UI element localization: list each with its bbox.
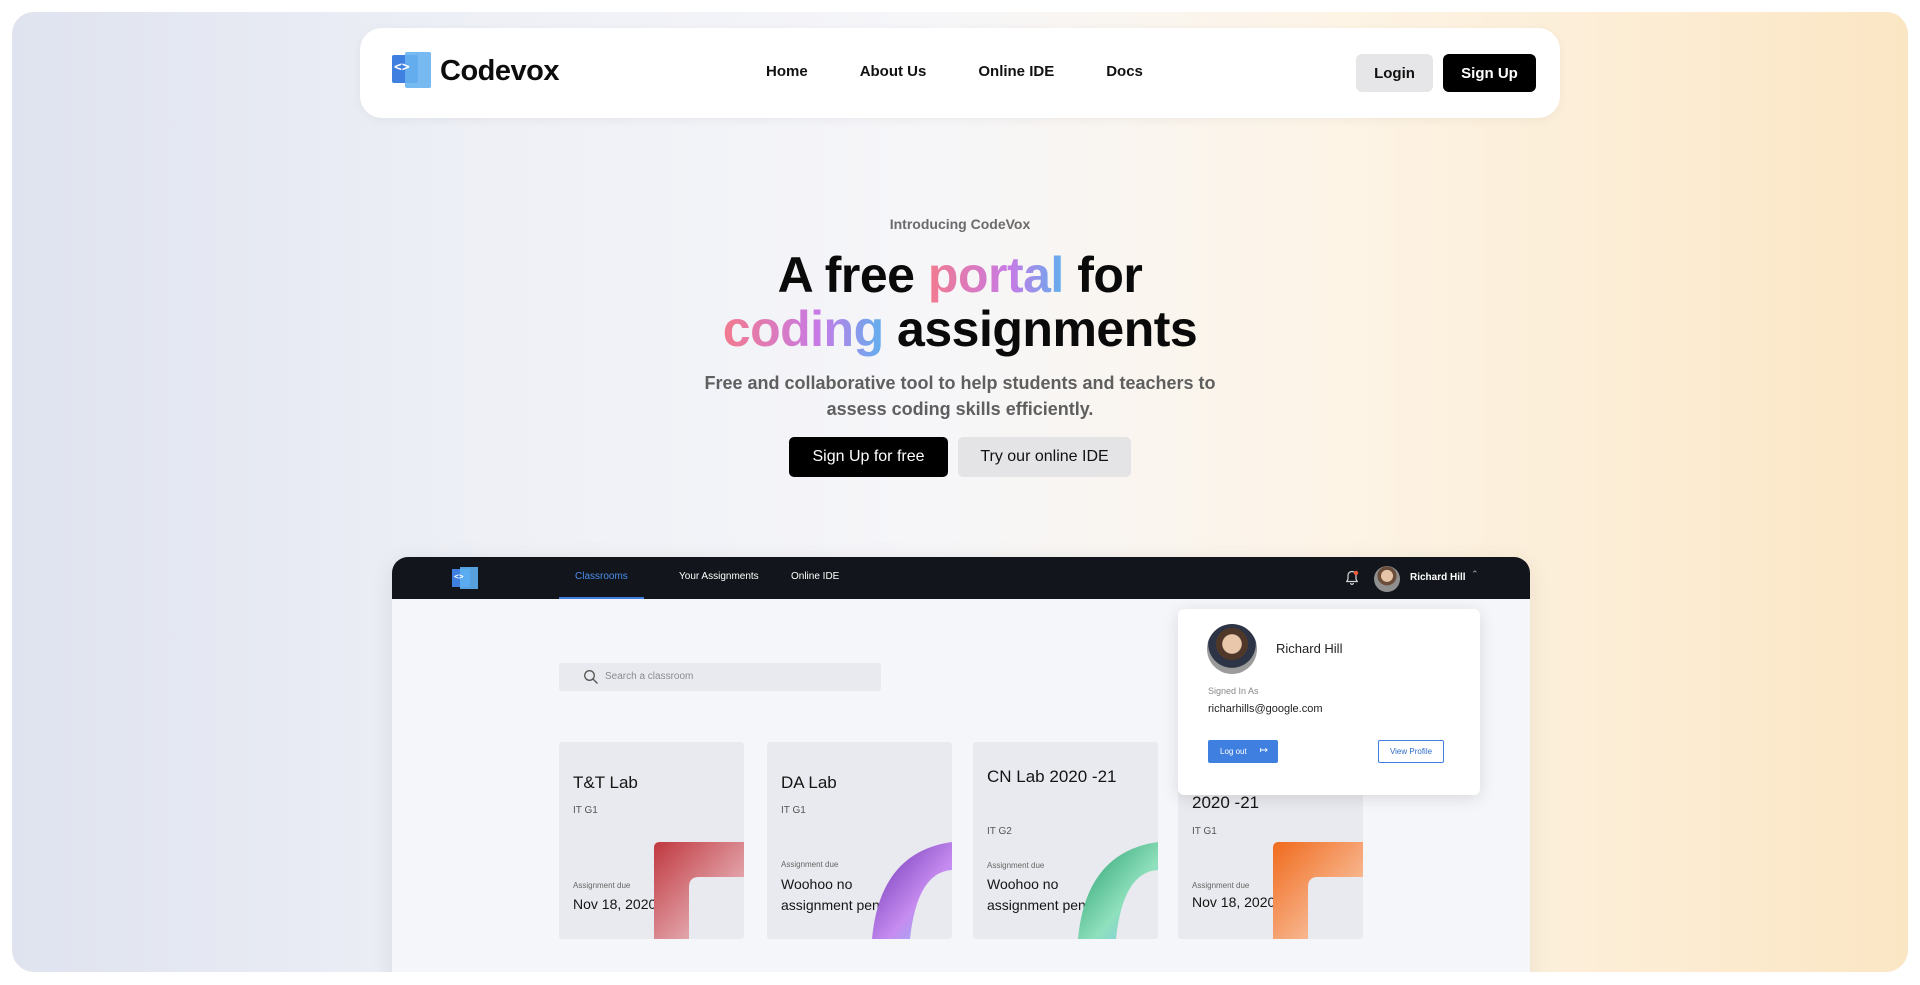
bell-icon[interactable] [1345, 570, 1359, 586]
code-brackets-icon[interactable]: <> [452, 567, 478, 589]
card-title: CN Lab 2020 -21 [987, 767, 1117, 786]
card-due-label: Assignment due [573, 881, 631, 890]
card-decoration [1078, 842, 1158, 939]
hero-subtitle: Free and collaborative tool to help stud… [12, 370, 1908, 422]
card-title: T&T Lab [573, 773, 638, 792]
headline-highlight: coding [722, 301, 884, 357]
profile-email: richarhills@google.com [1208, 703, 1323, 715]
hero-intro: Introducing CodeVox [889, 216, 1031, 232]
nav-about-link[interactable]: About Us [860, 63, 927, 80]
signup-free-button[interactable]: Sign Up for free [789, 437, 948, 477]
signed-in-label: Signed In As [1208, 686, 1259, 696]
logout-label: Log out [1220, 747, 1247, 756]
card-class: IT G1 [1192, 826, 1217, 837]
profile-avatar [1207, 624, 1257, 674]
classroom-card[interactable]: DA Lab IT G1 Assignment due Woohoo no as… [767, 742, 952, 939]
tab-your-assignments[interactable]: Your Assignments [679, 571, 759, 582]
login-button[interactable]: Login [1356, 54, 1433, 92]
search-placeholder: Search a classroom [605, 671, 694, 682]
card-due-label: Assignment due [781, 860, 839, 869]
classroom-card[interactable]: CN Lab 2020 -21 IT G2 Assignment due Woo… [973, 742, 1158, 939]
headline-highlight: portal [927, 247, 1064, 303]
main-nav: Home About Us Online IDE Docs [766, 63, 1195, 80]
card-class: IT G1 [573, 805, 598, 816]
card-class: IT G2 [987, 826, 1012, 837]
tab-online-ide[interactable]: Online IDE [791, 571, 839, 582]
subtitle-line: Free and collaborative tool to help stud… [704, 373, 1216, 393]
nav-home-link[interactable]: Home [766, 63, 808, 80]
card-due-label: Assignment due [987, 861, 1045, 870]
profile-dropdown: Richard Hill Signed In As richarhills@go… [1178, 609, 1480, 795]
active-tab-indicator [559, 597, 644, 599]
card-title: DA Lab [781, 773, 837, 792]
tab-classrooms[interactable]: Classrooms [575, 571, 628, 582]
try-ide-button[interactable]: Try our online IDE [958, 437, 1131, 477]
classroom-card[interactable]: T&T Lab IT G1 Assignment due Nov 18, 202… [559, 742, 744, 939]
user-menu-name[interactable]: Richard Hill [1410, 572, 1466, 583]
preview-navbar: <> Classrooms Your Assignments Online ID… [392, 557, 1530, 599]
logout-icon: ↦ [1259, 745, 1268, 756]
code-brackets-icon: <> [392, 52, 432, 90]
nav-docs-link[interactable]: Docs [1106, 63, 1143, 80]
card-due-label: Assignment due [1192, 881, 1250, 890]
view-profile-button[interactable]: View Profile [1378, 740, 1444, 763]
card-decoration [872, 842, 952, 939]
headline-text: assignments [897, 301, 1198, 357]
user-avatar[interactable] [1374, 566, 1400, 592]
card-decoration [1273, 842, 1363, 939]
nav-online-ide-link[interactable]: Online IDE [978, 63, 1054, 80]
brand-logo[interactable]: <> Codevox [392, 52, 559, 90]
headline-text: for [1077, 247, 1143, 303]
hero-headline: A free portal for coding assignments [12, 248, 1908, 356]
classroom-search-input[interactable]: Search a classroom [559, 663, 881, 691]
profile-name: Richard Hill [1276, 641, 1343, 656]
logout-button[interactable]: Log out ↦ [1208, 740, 1278, 763]
headline-text: A free [777, 247, 915, 303]
brand-name: Codevox [440, 54, 559, 87]
card-decoration [654, 842, 744, 939]
top-navbar: <> Codevox Home About Us Online IDE Docs… [360, 28, 1560, 118]
chevron-up-icon[interactable]: ⌃ [1471, 570, 1479, 580]
signup-button[interactable]: Sign Up [1443, 54, 1536, 92]
search-icon [584, 670, 598, 684]
card-class: IT G1 [781, 805, 806, 816]
page-background: <> Codevox Home About Us Online IDE Docs… [12, 12, 1908, 972]
subtitle-line: assess coding skills efficiently. [826, 399, 1094, 419]
